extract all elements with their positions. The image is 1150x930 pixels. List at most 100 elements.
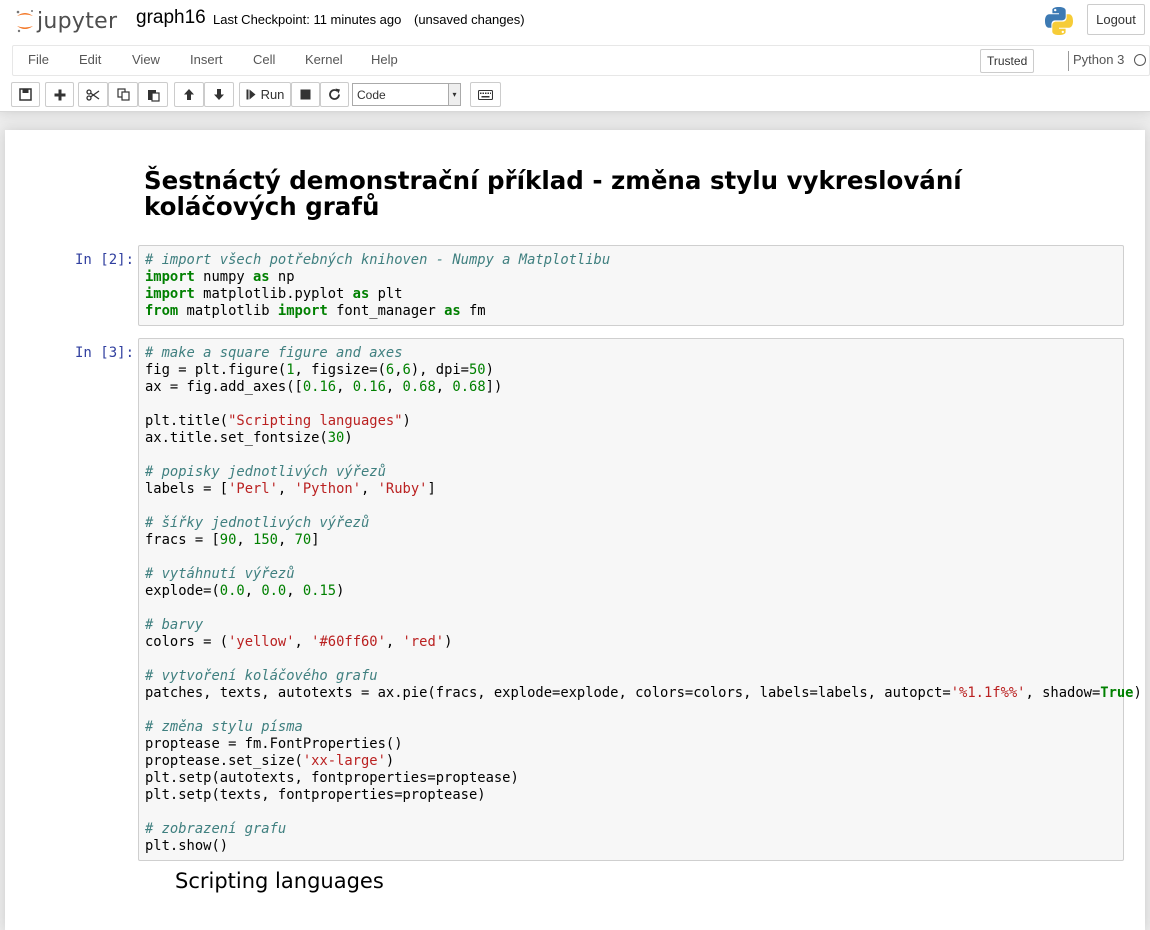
code-line: plt.title("Scripting languages")	[145, 413, 411, 429]
chevron-down-icon: ▾	[448, 84, 460, 105]
menu-kernel[interactable]: Kernel	[305, 52, 343, 67]
code-text: fracs = [	[145, 532, 220, 548]
code-cell-2[interactable]: # make a square figure and axes fig = pl…	[138, 338, 1142, 861]
code-number: 0.68	[402, 379, 436, 395]
refresh-icon	[329, 88, 340, 100]
menu-view[interactable]: View	[132, 52, 160, 67]
autosave-status: (unsaved changes)	[414, 12, 525, 27]
restart-button[interactable]	[320, 82, 349, 107]
code-comment: # šířky jednotlivých výřezů	[145, 515, 370, 531]
code-text: ,	[336, 379, 353, 395]
jupyter-logo[interactable]: jupyter	[14, 5, 117, 37]
kernel-name[interactable]: Python 3	[1073, 52, 1124, 67]
code-line: # barvy	[145, 617, 203, 633]
code-number: 1	[286, 362, 295, 378]
code-text: ,	[294, 634, 312, 650]
code-keyword: from	[145, 303, 179, 319]
code-text: proptease = fm.FontProperties()	[145, 736, 403, 752]
notebook-name[interactable]: graph16	[136, 7, 206, 29]
code-keyword: as	[352, 286, 370, 302]
checkpoint-status: Last Checkpoint: 11 minutes ago	[213, 12, 402, 27]
move-up-button[interactable]	[174, 82, 204, 107]
menu-file[interactable]: File	[28, 52, 49, 67]
copy-icon	[116, 88, 130, 101]
trusted-indicator[interactable]: Trusted	[980, 49, 1035, 73]
paste-button[interactable]	[138, 82, 168, 107]
menu-cell[interactable]: Cell	[253, 52, 275, 67]
code-text: font_manager	[327, 303, 445, 319]
code-line: ax.title.set_fontsize(30)	[145, 430, 353, 446]
code-comment: # vytáhnutí výřezů	[145, 566, 295, 582]
code-comment: # make a square figure and axes	[145, 345, 403, 361]
code-comment: # popisky jednotlivých výřezů	[145, 464, 386, 480]
run-button[interactable]: Run	[239, 82, 291, 107]
code-keyword: import	[145, 286, 195, 302]
code-line: from matplotlib import font_manager as f…	[145, 303, 486, 319]
code-line: # popisky jednotlivých výřezů	[145, 464, 386, 480]
code-line: # šířky jednotlivých výřezů	[145, 515, 369, 531]
command-palette-button[interactable]	[470, 82, 501, 107]
code-text: )	[485, 362, 494, 378]
code-line: # make a square figure and axes	[145, 345, 403, 361]
code-text: np	[269, 269, 295, 285]
code-line: proptease = fm.FontProperties()	[145, 736, 403, 752]
code-number: 70	[294, 532, 312, 548]
code-text: )	[336, 583, 345, 599]
code-text: fm	[460, 303, 486, 319]
code-line: fig = plt.figure(1, figsize=(6,6), dpi=5…	[145, 362, 494, 378]
code-text: ,	[385, 634, 403, 650]
kernel-idle-icon	[1134, 54, 1146, 66]
plus-icon	[54, 89, 65, 100]
code-text: ])	[485, 379, 503, 395]
scissors-icon	[86, 88, 100, 101]
insert-cell-button[interactable]	[45, 82, 74, 107]
code-keyword: as	[253, 269, 270, 285]
step-forward-icon	[246, 89, 256, 100]
code-cell-1[interactable]: # import všech potřebných knihoven - Num…	[138, 245, 1124, 326]
code-text: labels = [	[145, 481, 229, 497]
menu-insert[interactable]: Insert	[190, 52, 223, 67]
menu-help[interactable]: Help	[371, 52, 398, 67]
logout-button[interactable]: Logout	[1087, 4, 1145, 35]
move-down-button[interactable]	[204, 82, 234, 107]
code-text: explode=(	[145, 583, 220, 599]
interrupt-button[interactable]	[291, 82, 320, 107]
code-comment: # import všech potřebných knihoven - Num…	[145, 252, 611, 268]
code-keyword: import	[277, 303, 328, 319]
cut-button[interactable]	[78, 82, 108, 107]
code-editor[interactable]: # import všech potřebných knihoven - Num…	[139, 246, 1123, 326]
code-comment: # barvy	[145, 617, 204, 633]
code-text: ,	[435, 379, 453, 395]
cell-prompt: In [2]:	[75, 252, 135, 268]
code-line: plt.show()	[145, 838, 228, 854]
code-number: 0.15	[302, 583, 337, 599]
markdown-heading[interactable]: Šestnáctý demonstrační příklad - změna s…	[144, 168, 1044, 220]
keyboard-icon	[478, 89, 493, 100]
code-comment: # změna stylu písma	[145, 719, 303, 735]
code-text: ,	[277, 532, 295, 548]
code-line: patches, texts, autotexts = ax.pie(fracs…	[145, 685, 1142, 701]
code-string: '#60ff60'	[311, 634, 386, 650]
code-editor[interactable]: # make a square figure and axes fig = pl…	[139, 339, 1142, 861]
code-text: plt.show()	[145, 838, 229, 854]
code-text: , figsize=(	[294, 362, 386, 378]
menubar: File Edit View Insert Cell Kernel Help T…	[12, 45, 1150, 76]
code-text: plt.setp(autotexts, fontproperties=propt…	[145, 770, 519, 786]
cell-type-select[interactable]: Code ▾	[352, 83, 461, 106]
save-button[interactable]	[11, 82, 40, 107]
code-text: ,	[361, 481, 378, 497]
code-text: numpy	[194, 269, 253, 285]
code-text: patches, texts, autotexts = ax.pie(fracs…	[145, 685, 951, 701]
copy-button[interactable]	[108, 82, 138, 107]
code-string: 'red'	[402, 634, 445, 650]
menu-edit[interactable]: Edit	[79, 52, 101, 67]
code-string: 'Python'	[294, 481, 361, 497]
code-text: ]	[311, 532, 320, 548]
code-text: ax.title.set_fontsize(	[145, 430, 328, 446]
code-text: matplotlib	[178, 303, 278, 319]
code-keyword: True	[1100, 685, 1134, 701]
code-text: matplotlib.pyplot	[194, 286, 353, 302]
